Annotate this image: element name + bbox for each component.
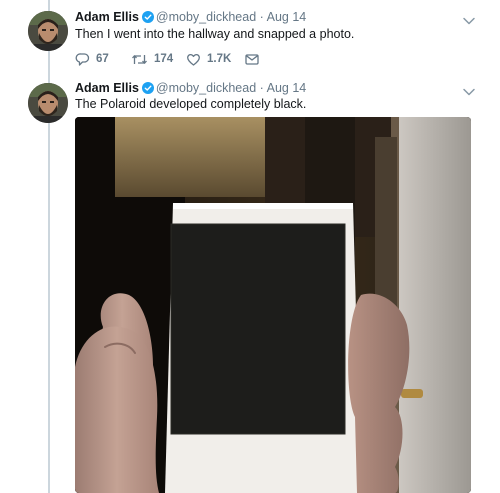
reply-count: 67	[96, 53, 109, 65]
reply-button[interactable]: 67	[75, 51, 131, 67]
tweet-text: Then I went into the hallway and snapped…	[75, 27, 355, 41]
author-name[interactable]: Adam Ellis	[75, 10, 139, 24]
like-count: 1.7K	[207, 53, 232, 65]
direct-message-button[interactable]	[244, 51, 260, 67]
tweet-actions: 67 174 1.7K	[75, 51, 260, 67]
avatar[interactable]	[28, 83, 68, 123]
retweet-count: 174	[154, 53, 174, 65]
reply-icon	[75, 52, 90, 67]
like-button[interactable]: 1.7K	[186, 51, 244, 67]
tweet[interactable]: Adam Ellis @moby_dickhead · Aug 14 Then I…	[0, 0, 500, 78]
tweet-timestamp[interactable]: Aug 14	[267, 10, 307, 24]
tweet-photo[interactable]	[75, 117, 471, 493]
retweet-button[interactable]: 174	[131, 51, 186, 67]
chevron-down-icon[interactable]	[462, 13, 476, 25]
author-handle[interactable]: @moby_dickhead	[156, 10, 256, 24]
verified-badge-icon	[141, 11, 154, 27]
tweet-header: Adam Ellis @moby_dickhead · Aug 14	[75, 10, 306, 27]
direct-message-icon	[244, 52, 260, 67]
author-handle[interactable]: @moby_dickhead	[156, 81, 256, 95]
tweet-timestamp[interactable]: Aug 14	[267, 81, 307, 95]
meta-separator: ·	[259, 81, 264, 95]
retweet-icon	[131, 52, 148, 67]
meta-separator: ·	[259, 10, 264, 24]
like-icon	[186, 52, 201, 67]
twitter-thread: Adam Ellis @moby_dickhead · Aug 14 Then I…	[0, 0, 500, 493]
tweet-text: The Polaroid developed completely black.	[75, 97, 307, 111]
tweet[interactable]: Adam Ellis @moby_dickhead · Aug 14 The Po…	[0, 78, 500, 493]
chevron-down-icon[interactable]	[462, 84, 476, 96]
author-name[interactable]: Adam Ellis	[75, 81, 139, 95]
avatar[interactable]	[28, 11, 68, 51]
